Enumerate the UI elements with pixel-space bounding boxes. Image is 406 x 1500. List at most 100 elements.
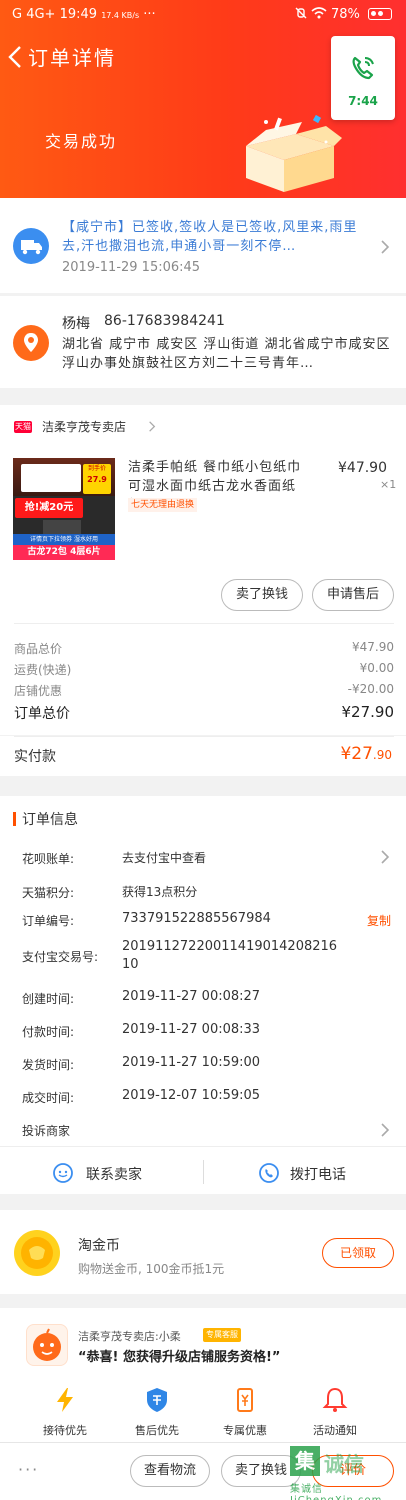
paid-time: 2019-11-27 00:08:33	[122, 1022, 261, 1037]
chat-icon	[53, 1163, 73, 1183]
order-total-value: ¥27.90	[341, 703, 395, 721]
price-row: 运费(快递) ¥0.00	[14, 661, 394, 678]
service-message: “恭喜! 您获得升级店铺服务资格!”	[78, 1350, 281, 1365]
done-label: 成交时间:	[22, 1091, 75, 1105]
price-row: 店铺优惠 -¥20.00	[14, 682, 394, 699]
chevron-right-icon[interactable]	[380, 240, 390, 254]
paid-amount: ¥27.90	[340, 744, 392, 764]
phone-call-icon	[352, 56, 374, 80]
bell-icon	[322, 1387, 348, 1412]
copy-button[interactable]: 复制	[367, 912, 391, 929]
huabei-label: 花呗账单:	[22, 852, 75, 866]
apply-aftersale-button[interactable]: 申请售后	[312, 579, 394, 611]
paid-amount-dec: .90	[372, 748, 392, 762]
service-item-label: 活动通知	[313, 1424, 357, 1437]
mute-icon	[295, 7, 307, 19]
status-right: 78%	[295, 7, 392, 22]
service-item-label: 接待优先	[43, 1424, 87, 1437]
img-promo: 抢!减20元	[15, 498, 83, 518]
product-image[interactable]: 到手价 27.9 抢!减20元 详情页下拉领券 湿水好用 古龙72包 4层6片	[13, 458, 115, 560]
package-illustration	[246, 114, 342, 192]
img-bottom: 古龙72包 4层6片	[13, 545, 115, 560]
call-duration: 7:44	[348, 94, 378, 108]
price-value: ¥0.00	[359, 661, 394, 675]
paid-label: 实付款	[14, 749, 56, 765]
service-item-aftersale[interactable]: 售后优先	[122, 1386, 192, 1438]
coins-claimed-button[interactable]: 已领取	[322, 1238, 394, 1268]
receiver-phone: 86-17683984241	[104, 313, 225, 329]
points-value: 获得13点积分	[122, 885, 198, 899]
chevron-right-icon[interactable]	[380, 850, 390, 864]
status-bar: G 4G+ 19:49 17.4 KB/s ··· 78%	[0, 0, 406, 32]
shipped-label: 发货时间:	[22, 1058, 75, 1072]
chevron-right-icon[interactable]	[380, 1123, 390, 1137]
call-phone-button[interactable]: 拨打电话	[258, 1160, 388, 1186]
price-row: 商品总价 ¥47.90	[14, 640, 394, 657]
location-icon	[13, 325, 49, 361]
return-policy-tag: 七天无理由退换	[128, 498, 198, 512]
order-status-text: 交易成功	[45, 132, 118, 151]
receiver-name: 杨梅	[62, 316, 90, 332]
tmall-badge: 天猫	[14, 421, 32, 433]
watermark-text: 集诚信 JiChengXin.com	[290, 1484, 381, 1500]
section-accent	[13, 812, 16, 826]
net-speed: 17.4 KB/s	[101, 11, 140, 20]
img-price: 27.9	[87, 475, 107, 484]
truck-icon	[13, 228, 49, 264]
product-price: ¥47.90	[338, 460, 387, 476]
divider	[203, 1160, 204, 1184]
gold-coin-icon	[14, 1230, 60, 1276]
paid-time-label: 付款时间:	[22, 1025, 75, 1039]
alipay-no: 2019112722001141901420821610	[122, 939, 338, 972]
shipped-time: 2019-11-27 10:59:00	[122, 1055, 261, 1070]
paid-amount-int: ¥27	[340, 744, 373, 764]
battery-percent: 78%	[330, 7, 360, 22]
order-no: 733791522885567984	[122, 911, 271, 926]
price-value: ¥47.90	[352, 640, 394, 654]
alipay-label: 支付宝交易号:	[22, 950, 99, 964]
phone-icon	[259, 1163, 279, 1183]
price-label: 商品总价	[14, 642, 63, 656]
huabei-value[interactable]: 去支付宝中查看	[122, 849, 206, 866]
price-label: 店铺优惠	[14, 684, 63, 698]
order-total-label: 订单总价	[14, 706, 70, 722]
service-avatar[interactable]	[26, 1324, 68, 1366]
complain-seller[interactable]: 投诉商家	[22, 1122, 70, 1139]
coins-desc: 购物送金币, 100金币抵1元	[78, 1262, 225, 1276]
logistics-time: 2019-11-29 15:06:45	[62, 260, 201, 275]
call-phone-label: 拨打电话	[290, 1167, 346, 1183]
sell-exchange-button[interactable]: 卖了换钱	[221, 579, 303, 611]
view-logistics-button[interactable]: 查看物流	[130, 1455, 210, 1487]
price-value: -¥20.00	[347, 682, 394, 696]
shield-icon	[147, 1388, 167, 1412]
contact-seller-label: 联系卖家	[86, 1167, 142, 1183]
battery-icon	[368, 8, 392, 20]
service-badge: 专属客服	[203, 1328, 241, 1342]
page-title: 订单详情	[28, 46, 116, 70]
service-item-discount[interactable]: 专属优惠	[210, 1386, 280, 1438]
order-no-label: 订单编号:	[22, 914, 75, 928]
created-label: 创建时间:	[22, 992, 75, 1006]
service-item-label: 售后优先	[135, 1424, 179, 1437]
chevron-right-icon[interactable]	[148, 421, 156, 432]
service-item-label: 专属优惠	[223, 1424, 267, 1437]
store-name[interactable]: 洁柔亨茂专卖店	[42, 418, 126, 435]
img-sub: 详情页下拉领券 湿水好用	[13, 534, 115, 545]
more-icon[interactable]: ···	[18, 1460, 39, 1479]
floating-call-widget[interactable]: 7:44	[331, 36, 395, 120]
mascot-icon	[33, 1328, 61, 1361]
logistics-latest[interactable]: 【咸宁市】已签收,签收人是已签收,风里来,雨里去,汗也撒泪也流,申通小哥一刻不停…	[62, 218, 372, 256]
order-total-row: 订单总价 ¥27.90	[14, 703, 394, 723]
contact-seller-button[interactable]: 联系卖家	[52, 1160, 192, 1186]
status-dots: ···	[143, 7, 156, 22]
lightning-icon	[57, 1388, 73, 1412]
product-qty: ×1	[380, 478, 397, 491]
status-left: G 4G+ 19:49 17.4 KB/s ···	[12, 7, 156, 22]
back-icon[interactable]	[6, 44, 24, 70]
service-item-reception[interactable]: 接待优先	[30, 1386, 100, 1438]
coupon-icon	[237, 1388, 253, 1412]
coins-title: 淘金币	[78, 1238, 120, 1254]
receiver-address: 湖北省 咸宁市 咸安区 浮山街道 湖北省咸宁市咸安区浮山办事处旗鼓社区方刘二十三…	[62, 337, 391, 371]
service-item-notify[interactable]: 活动通知	[300, 1386, 370, 1438]
sell-exchange-button-bottom[interactable]: 卖了换钱	[221, 1455, 301, 1487]
